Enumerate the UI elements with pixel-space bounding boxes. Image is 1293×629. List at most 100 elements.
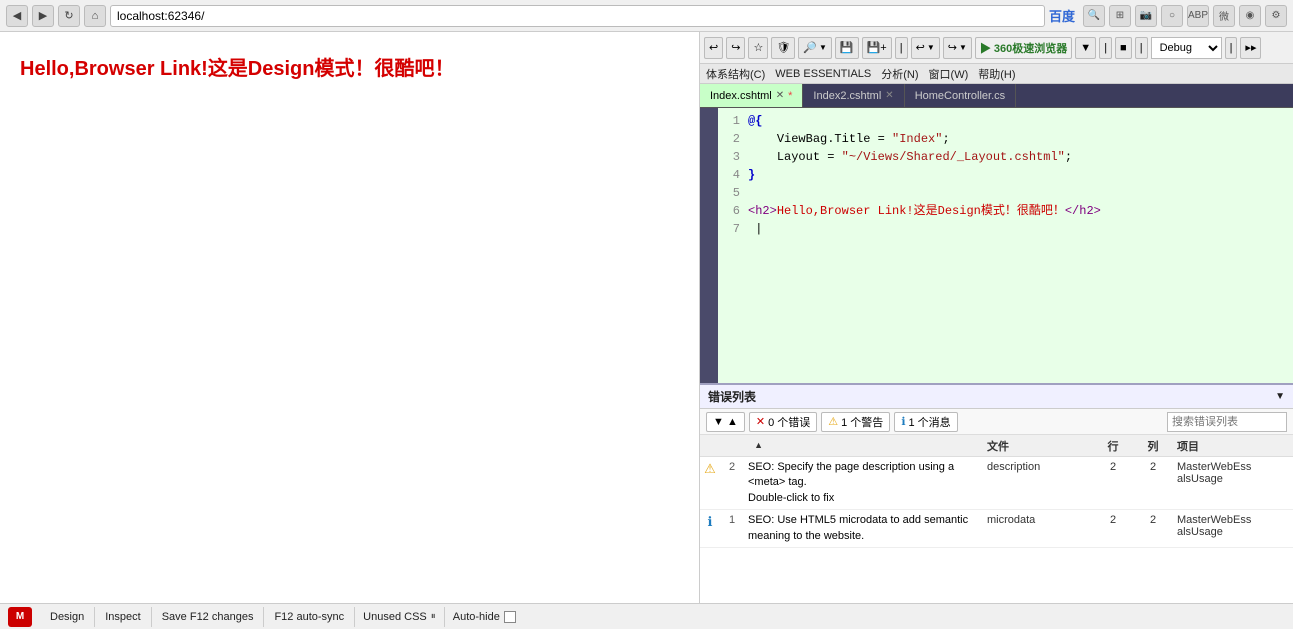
filter-warnings[interactable]: ⚠ 1 个警告: [821, 412, 890, 432]
menu-web-essentials[interactable]: WEB ESSENTIALS: [775, 68, 871, 80]
warning-row-icon-1: ⚠: [700, 460, 720, 477]
error-row-1[interactable]: ⚠ 2 SEO: Specify the page description us…: [700, 457, 1293, 510]
error-row-2[interactable]: ℹ 1 SEO: Use HTML5 microdata to add sema…: [700, 510, 1293, 548]
col-file-header[interactable]: 文件: [983, 437, 1093, 454]
tab-index-label: Index.cshtml: [710, 90, 772, 102]
redo2-button[interactable]: ↪ ▼: [943, 37, 972, 59]
menu-window[interactable]: 窗口(W): [929, 66, 969, 82]
filter-messages[interactable]: ℹ 1 个消息: [894, 412, 957, 432]
more-buttons[interactable]: ▸▸: [1240, 37, 1261, 59]
tab-index2-close[interactable]: ✕: [885, 90, 893, 101]
redo-button[interactable]: ↪: [726, 37, 745, 59]
main-area: Hello,Browser Link!这是Design模式！很酷吧！ ↩ ↪ ☆…: [0, 32, 1293, 603]
error-row-row-2: 2: [1093, 513, 1133, 526]
code-editor[interactable]: 1 @{ 2 ViewBag.Title = "Index"; 3 Layout…: [718, 108, 1293, 383]
tab-index2-cshtml[interactable]: Index2.cshtml ✕: [803, 84, 904, 107]
line-num-3: 3: [718, 148, 748, 166]
unused-css-button[interactable]: Unused CSS ⏸: [355, 607, 445, 627]
address-bar[interactable]: [110, 5, 1045, 27]
code-line-6: 6 <h2>Hello,Browser Link!这是Design模式！很酷吧！…: [718, 202, 1293, 220]
auto-hide-button[interactable]: Auto-hide: [445, 607, 524, 627]
inspect-button[interactable]: Inspect: [95, 607, 151, 627]
circle-icon[interactable]: ○: [1161, 5, 1183, 27]
run-button[interactable]: ▶ 360极速浏览器: [975, 37, 1072, 59]
ide-tabs: Index.cshtml ✕ * Index2.cshtml ✕ HomeCon…: [700, 84, 1293, 108]
filter-toggle[interactable]: ▼ ▲: [706, 412, 745, 432]
error-row-desc-2: SEO: Use HTML5 microdata to add semantic…: [744, 513, 983, 544]
refresh-button[interactable]: ↻: [58, 5, 80, 27]
error-row-num-2: 1: [720, 513, 744, 526]
tab-index-close[interactable]: ✕: [776, 90, 784, 101]
line-num-5: 5: [718, 184, 748, 202]
f12-autosync-button[interactable]: F12 auto-sync: [264, 607, 355, 627]
undo2-button[interactable]: ↩ ▼: [911, 37, 940, 59]
stop-button[interactable]: ■: [1115, 37, 1132, 59]
save-button[interactable]: 💾: [835, 37, 859, 59]
tab-index2-label: Index2.cshtml: [813, 90, 881, 102]
tab-homecontroller[interactable]: HomeController.cs: [905, 84, 1016, 107]
error-row-row-1: 2: [1093, 460, 1133, 473]
error-search-input[interactable]: [1167, 412, 1287, 432]
auto-hide-checkbox[interactable]: [504, 611, 516, 623]
line-num-4: 4: [718, 166, 748, 184]
error-row-file-1: description: [983, 460, 1093, 473]
error-icon: ✕: [756, 415, 765, 428]
separator4: |: [1225, 37, 1238, 59]
search-icon[interactable]: 🔍: [1083, 5, 1105, 27]
line-content-7: [748, 220, 1293, 238]
col-icon-header: [700, 445, 720, 446]
tab-homecontroller-label: HomeController.cs: [915, 90, 1005, 102]
pause-icon: ⏸: [431, 611, 436, 622]
code-line-2: 2 ViewBag.Title = "Index";: [718, 130, 1293, 148]
ide-gutter-sidebar: [700, 108, 718, 383]
save-all-button[interactable]: 💾+: [862, 37, 892, 59]
error-panel-title: 错误列表: [708, 388, 756, 405]
line-num-7: 7: [718, 220, 748, 238]
line-content-3: Layout = "~/Views/Shared/_Layout.cshtml"…: [748, 148, 1293, 166]
col-desc-header[interactable]: ▲: [744, 438, 983, 453]
adblock-icon[interactable]: ABP: [1187, 5, 1209, 27]
menu-help[interactable]: 帮助(H): [978, 66, 1015, 82]
weibo-icon[interactable]: 微: [1213, 5, 1235, 27]
shield-button[interactable]: 🛡: [771, 37, 795, 59]
settings-icon[interactable]: ⚙: [1265, 5, 1287, 27]
menu-architecture[interactable]: 体系结构(C): [706, 66, 765, 82]
design-button[interactable]: Design: [40, 607, 95, 627]
errors-count-label: 0 个错误: [768, 414, 810, 430]
bookmark-button[interactable]: ☆: [748, 37, 768, 59]
apps-icon[interactable]: ⊞: [1109, 5, 1131, 27]
tab-index-cshtml[interactable]: Index.cshtml ✕ *: [700, 84, 803, 107]
ide-menubar: 体系结构(C) WEB ESSENTIALS 分析(N) 窗口(W) 帮助(H): [700, 64, 1293, 84]
error-table-header: ▲ 文件 行 列 项目: [700, 435, 1293, 457]
run-dropdown[interactable]: ▼: [1075, 37, 1096, 59]
undo-button[interactable]: ↩: [704, 37, 723, 59]
error-row-col-2: 2: [1133, 513, 1173, 526]
ide-toolbar: ↩ ↪ ☆ 🛡 🔎 ▼ 💾 💾+ | ↩ ▼ ↪ ▼ ▶ 360极速浏览器 ▼ …: [700, 32, 1293, 64]
error-panel-dropdown[interactable]: ▼: [1275, 391, 1285, 402]
col-col-header[interactable]: 列: [1133, 437, 1173, 454]
filter-errors[interactable]: ✕ 0 个错误: [749, 412, 817, 432]
info-row-icon-2: ℹ: [700, 513, 720, 530]
col-proj-header[interactable]: 项目: [1173, 437, 1293, 454]
debug-selector[interactable]: Debug Release: [1151, 37, 1222, 59]
zoom-button[interactable]: 🔎 ▼: [798, 37, 832, 59]
forward-button[interactable]: ▶: [32, 5, 54, 27]
home-button[interactable]: ⌂: [84, 5, 106, 27]
warnings-count-label: 1 个警告: [841, 414, 883, 430]
save-f12-button[interactable]: Save F12 changes: [152, 607, 265, 627]
error-filter-bar: ▼ ▲ ✕ 0 个错误 ⚠ 1 个警告 ℹ 1 个消息: [700, 409, 1293, 435]
line-content-2: ViewBag.Title = "Index";: [748, 130, 1293, 148]
code-line-7: 7: [718, 220, 1293, 238]
line-content-6: <h2>Hello,Browser Link!这是Design模式！很酷吧！</…: [748, 202, 1293, 220]
line-num-1: 1: [718, 112, 748, 130]
ide-panel: ↩ ↪ ☆ 🛡 🔎 ▼ 💾 💾+ | ↩ ▼ ↪ ▼ ▶ 360极速浏览器 ▼ …: [700, 32, 1293, 603]
menu-analysis[interactable]: 分析(N): [881, 66, 918, 82]
line-content-4: }: [748, 166, 1293, 184]
back-button[interactable]: ◀: [6, 5, 28, 27]
ring-icon[interactable]: ◉: [1239, 5, 1261, 27]
error-row-file-2: microdata: [983, 513, 1093, 526]
line-content-5: [748, 184, 1293, 202]
screenshot-icon[interactable]: 📷: [1135, 5, 1157, 27]
col-row-header[interactable]: 行: [1093, 437, 1133, 454]
error-panel-header: 错误列表 ▼: [700, 385, 1293, 409]
